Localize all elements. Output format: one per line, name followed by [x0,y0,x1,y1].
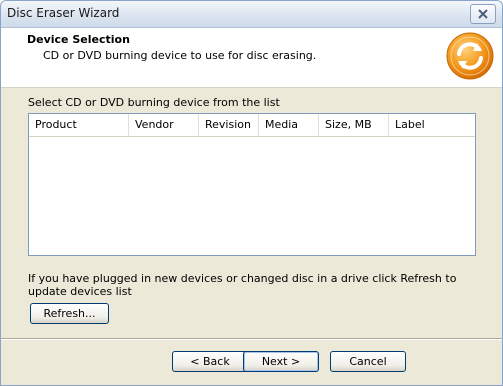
refresh-button[interactable]: Refresh... [30,303,109,324]
column-size[interactable]: Size, MB [319,114,389,136]
refresh-arrows-logo-icon [446,32,494,80]
column-media[interactable]: Media [259,114,319,136]
close-icon [478,9,488,19]
title-bar[interactable]: Disc Eraser Wizard [1,1,502,28]
cancel-button[interactable]: Cancel [330,351,406,372]
back-button[interactable]: < Back [172,351,248,372]
footer-divider [1,338,502,340]
close-button[interactable] [470,4,496,24]
refresh-info-text: If you have plugged in new devices or ch… [28,272,457,298]
column-product[interactable]: Product [29,114,129,136]
device-list-label: Select CD or DVD burning device from the… [28,96,280,109]
column-label[interactable]: Label [389,114,475,136]
column-revision[interactable]: Revision [199,114,259,136]
window-title: Disc Eraser Wizard [7,6,120,20]
page-subtitle: CD or DVD burning device to use for disc… [43,49,317,62]
next-button[interactable]: Next > [243,351,319,372]
device-list[interactable]: Product Vendor Revision Media Size, MB L… [28,113,476,256]
wizard-header: Device Selection CD or DVD burning devic… [1,28,502,88]
page-title: Device Selection [27,33,130,46]
wizard-body: Select CD or DVD burning device from the… [1,88,502,385]
wizard-window: Disc Eraser Wizard Device Selection CD o… [0,0,503,386]
device-list-header: Product Vendor Revision Media Size, MB L… [29,114,475,137]
column-vendor[interactable]: Vendor [129,114,199,136]
